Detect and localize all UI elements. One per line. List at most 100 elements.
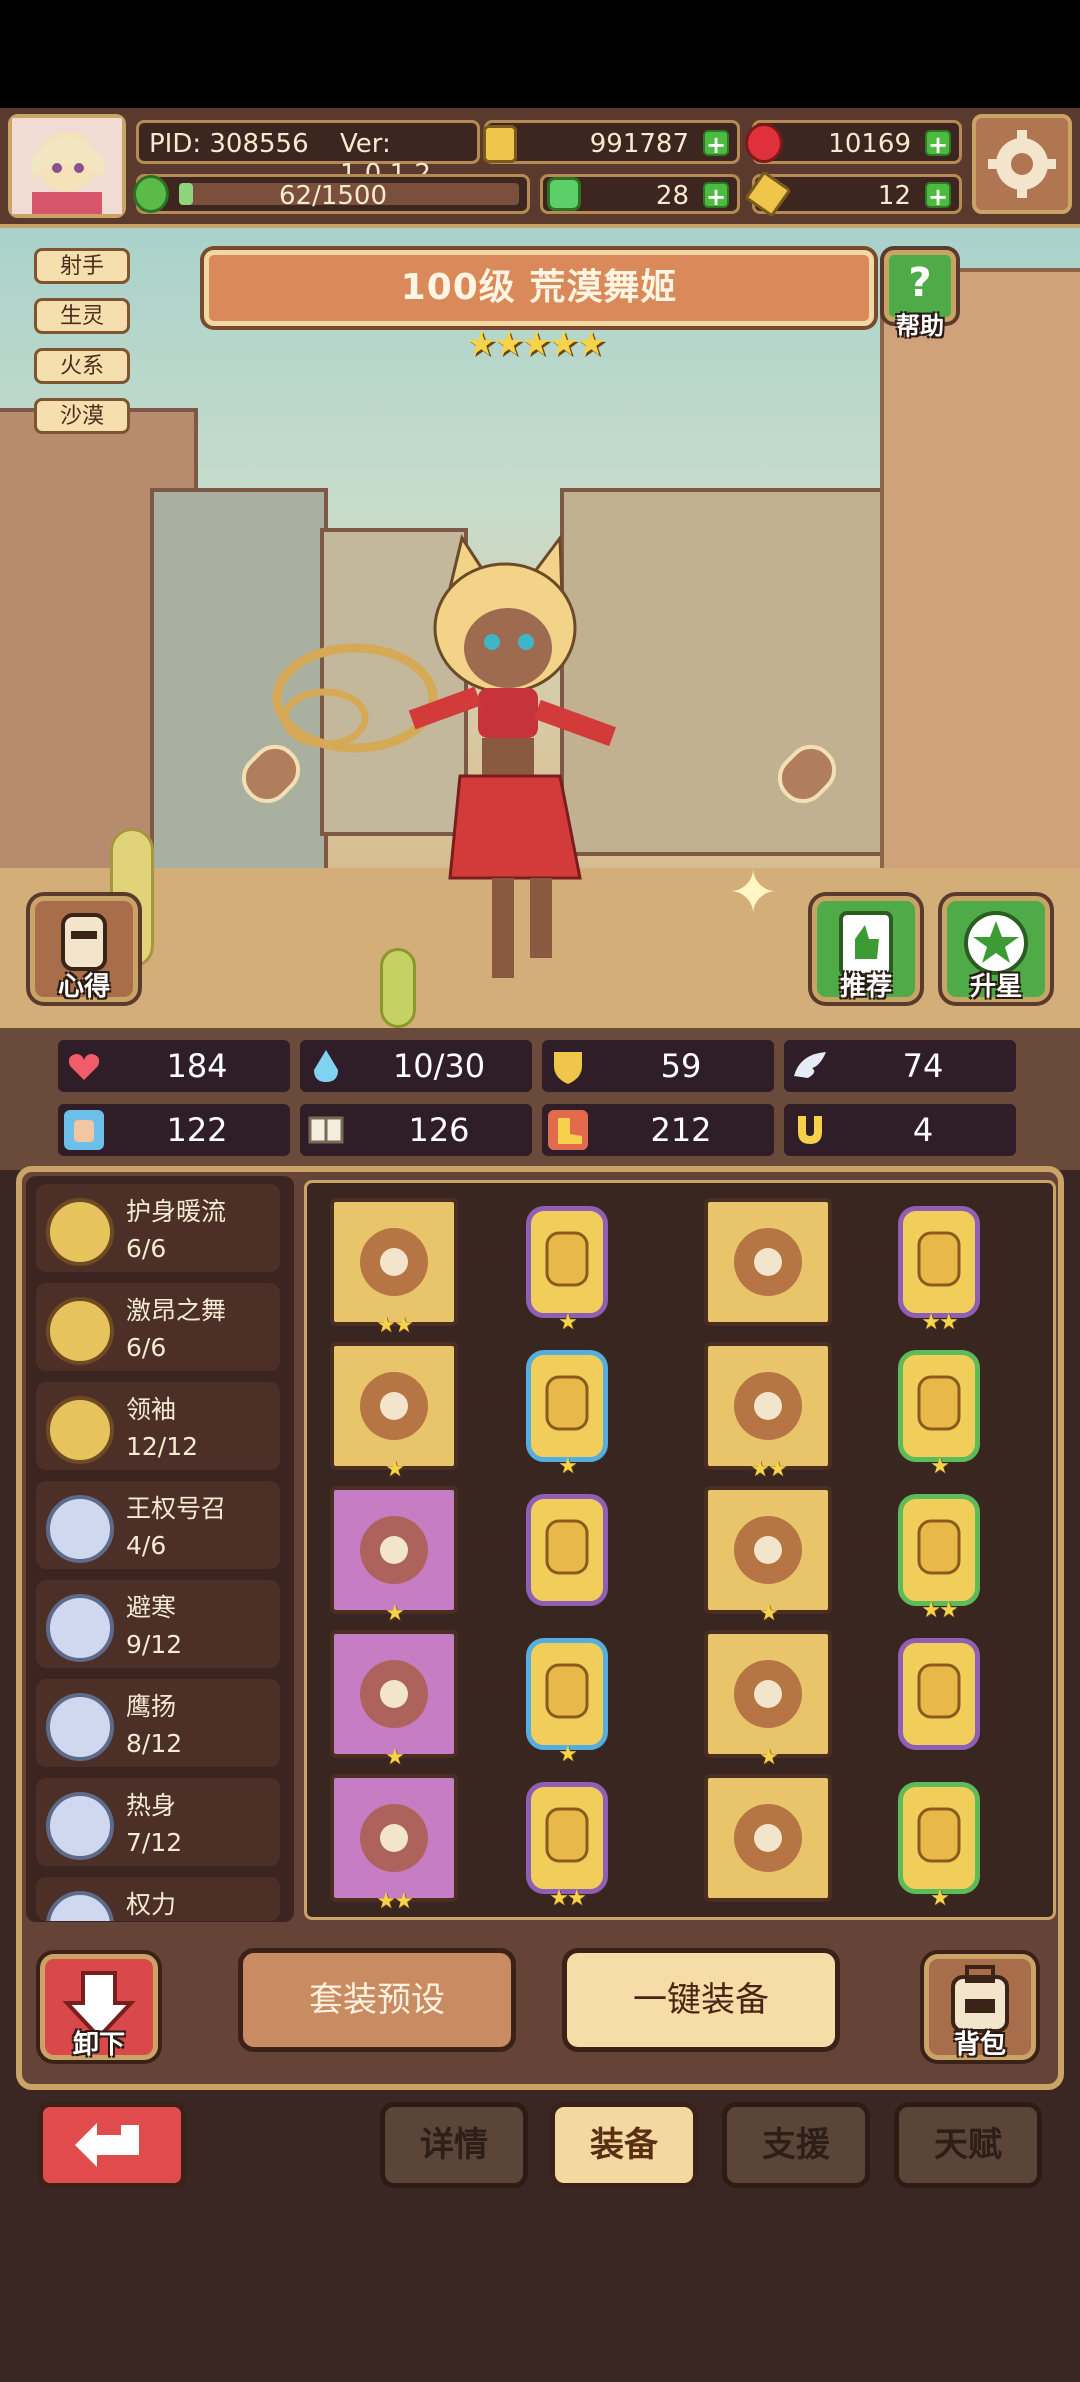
set-name: 热身: [126, 1791, 177, 1820]
shield-icon: [548, 1046, 588, 1086]
rune-slot[interactable]: ★★: [526, 1782, 608, 1911]
set-name: 鹰扬: [126, 1692, 177, 1721]
gear-icon: [988, 130, 1056, 198]
horseshoe-icon: [790, 1110, 830, 1150]
rune-icon: [545, 1519, 589, 1575]
exp-bar: 62/1500: [133, 174, 530, 214]
recommend-button[interactable]: 推荐: [812, 896, 920, 1002]
hero-title: 100级 荒漠舞姬: [400, 267, 678, 308]
fist-icon: [64, 1110, 104, 1150]
tab-details[interactable]: 详情: [380, 2102, 528, 2188]
equipment-item-icon: [360, 1516, 428, 1584]
tab-details-label: 详情: [420, 2125, 488, 2165]
rune-slot[interactable]: ★: [526, 1350, 608, 1479]
set-row[interactable]: 热身 7/12: [36, 1778, 280, 1866]
slot-connector: [458, 1828, 526, 1848]
tag-region[interactable]: 沙漠: [34, 398, 130, 434]
set-row[interactable]: 领袖 12/12: [36, 1382, 280, 1470]
player-avatar[interactable]: [8, 114, 126, 218]
status-bar: [0, 0, 1080, 108]
back-button[interactable]: [38, 2102, 186, 2188]
rune-icon: [545, 1663, 589, 1719]
equipment-slot[interactable]: ★: [330, 1342, 458, 1482]
add-feather-button[interactable]: +: [925, 182, 951, 210]
feather-icon: [744, 170, 792, 218]
tab-equip[interactable]: 装备: [550, 2102, 698, 2188]
tab-support[interactable]: 支援: [722, 2102, 870, 2188]
equipment-slot[interactable]: ★: [330, 1630, 458, 1770]
rune-slot[interactable]: ★: [526, 1638, 608, 1767]
equipment-slot[interactable]: ★: [704, 1630, 832, 1770]
set-row[interactable]: 权力: [36, 1877, 280, 1921]
book-icon: [306, 1110, 346, 1150]
set-name: 避寒: [126, 1593, 177, 1622]
tab-talent[interactable]: 天赋: [894, 2102, 1042, 2188]
equipment-slot[interactable]: ★★: [330, 1198, 458, 1338]
tab-support-label: 支援: [762, 2125, 830, 2165]
equipment-item-icon: [734, 1804, 802, 1872]
rune-slot[interactable]: [898, 1638, 980, 1750]
rune-slot[interactable]: ★★: [898, 1494, 980, 1623]
stat-mana: 10/30: [300, 1040, 532, 1092]
equipment-slot[interactable]: ★★: [704, 1342, 832, 1482]
stat-hp: 184: [58, 1040, 290, 1092]
sparkle-icon: ✦: [728, 858, 779, 928]
set-coin-icon: [46, 1594, 114, 1662]
tab-equip-label: 装备: [590, 2125, 658, 2165]
rune-slot[interactable]: ★: [898, 1782, 980, 1911]
settings-button[interactable]: [972, 114, 1072, 214]
tag-race[interactable]: 生灵: [34, 298, 130, 334]
slot-connector: [458, 1396, 526, 1416]
preset-label: 套装预设: [309, 1980, 445, 2020]
rune-slot[interactable]: ★: [526, 1206, 608, 1335]
equipment-slot[interactable]: [704, 1198, 832, 1326]
add-gold-button[interactable]: +: [703, 130, 729, 158]
stat-magic: 126: [300, 1104, 532, 1156]
stat-attack: 122: [58, 1104, 290, 1156]
set-row[interactable]: 王权号召 4/6: [36, 1481, 280, 1569]
equipment-slot[interactable]: ★: [330, 1486, 458, 1626]
rune-stars: ★: [930, 1886, 950, 1911]
slot-connector: [832, 1828, 898, 1848]
recommend-label: 推荐: [839, 972, 892, 1002]
equipment-slot[interactable]: ★: [704, 1486, 832, 1626]
set-name: 领袖: [126, 1395, 177, 1424]
slot-connector: [458, 1540, 526, 1560]
star-up-button[interactable]: 升星: [942, 896, 1050, 1002]
stat-attack-value: 122: [166, 1111, 228, 1149]
backpack-button[interactable]: 背包: [924, 1954, 1036, 2060]
equip-all-button[interactable]: 一键装备: [562, 1948, 840, 2052]
unequip-button[interactable]: 卸下: [40, 1954, 158, 2060]
help-button[interactable]: ? 帮助: [884, 250, 956, 340]
boot-icon: [548, 1110, 588, 1150]
tag-role[interactable]: 射手: [34, 248, 130, 284]
equipment-slot[interactable]: [704, 1774, 832, 1902]
set-row[interactable]: 激昂之舞 6/6: [36, 1283, 280, 1371]
set-coin-icon: [46, 1297, 114, 1365]
equipment-item-icon: [360, 1228, 428, 1296]
notes-button[interactable]: 心得: [30, 896, 138, 1002]
stat-magic-value: 126: [408, 1111, 470, 1149]
rune-stars: ★: [558, 1742, 578, 1767]
set-row[interactable]: 避寒 9/12: [36, 1580, 280, 1668]
preset-button[interactable]: 套装预设: [238, 1948, 516, 2052]
clover-icon: [133, 175, 169, 213]
rune-slot[interactable]: ★★: [898, 1206, 980, 1335]
rune-slot[interactable]: [526, 1494, 608, 1606]
avatar-portrait-icon: [12, 118, 122, 214]
rune-slot[interactable]: ★: [898, 1350, 980, 1479]
set-row[interactable]: 鹰扬 8/12: [36, 1679, 280, 1767]
set-row[interactable]: 护身暖流 6/6: [36, 1184, 280, 1272]
backpack-label: 背包: [953, 2030, 1006, 2060]
add-gem-button[interactable]: +: [925, 130, 951, 158]
tab-talent-label: 天赋: [934, 2125, 1002, 2165]
rune-icon: [917, 1231, 961, 1287]
hero-stars: ★★★★★: [466, 324, 616, 364]
item-stars: ★: [759, 1601, 779, 1626]
attribute-panel: 184 10/30 59 74 122 126 212 4: [0, 1028, 1080, 1170]
tag-element[interactable]: 火系: [34, 348, 130, 384]
help-label: 帮助: [896, 312, 944, 340]
set-count: 6/6: [126, 1234, 167, 1263]
equipment-slot[interactable]: ★★: [330, 1774, 458, 1914]
add-clover-button[interactable]: +: [703, 182, 729, 210]
